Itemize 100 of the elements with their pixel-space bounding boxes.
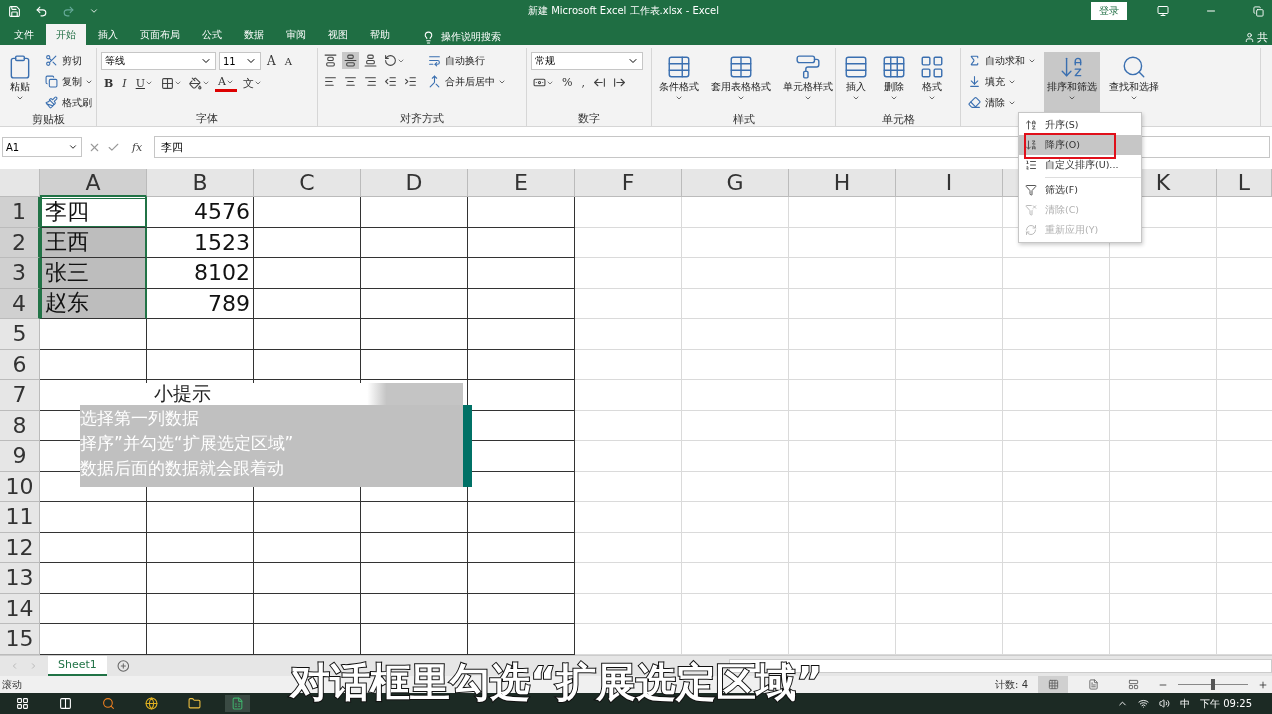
volume-icon[interactable] — [1159, 698, 1170, 710]
row-header[interactable]: 5 — [0, 319, 40, 350]
format-button[interactable]: A — [281, 54, 295, 68]
undo-icon[interactable] — [35, 4, 48, 18]
menu-item[interactable]: 降序(O) — [1019, 135, 1141, 155]
ribbon-button[interactable]: 自动换行 — [425, 52, 508, 70]
ribbon-button[interactable]: 查找和选择 — [1106, 52, 1162, 113]
folder-icon[interactable] — [188, 697, 201, 711]
ribbon-tab[interactable]: 数据 — [234, 24, 274, 46]
align-top-button[interactable] — [322, 52, 339, 70]
group-label: 对齐方式 — [400, 111, 444, 127]
row-header[interactable]: 2 — [0, 227, 40, 259]
ribbon-tab[interactable]: 页面布局 — [130, 24, 190, 46]
column-header[interactable]: B — [147, 169, 254, 198]
task-view-icon[interactable] — [59, 697, 72, 711]
display-icon[interactable] — [1157, 5, 1169, 18]
row-header[interactable]: 10 — [0, 471, 40, 503]
row-header[interactable]: 8 — [0, 410, 40, 442]
column-header[interactable]: C — [254, 169, 361, 198]
row-header[interactable]: 15 — [0, 624, 40, 655]
taskbar-app-button[interactable] — [225, 695, 250, 713]
name-box[interactable]: A1 — [2, 137, 82, 158]
share-button[interactable]: 共 — [1244, 30, 1268, 46]
zoom-in-icon[interactable] — [1258, 679, 1268, 690]
input-method[interactable]: 中 — [1180, 696, 1190, 711]
row-header[interactable]: 9 — [0, 441, 40, 472]
column-header[interactable]: I — [896, 169, 1003, 198]
column-header[interactable]: G — [682, 169, 789, 198]
function-label[interactable]: fx — [126, 140, 149, 154]
ribbon-tab[interactable]: 文件 — [4, 24, 44, 46]
format-button[interactable]: A — [214, 74, 237, 93]
wifi-icon[interactable] — [1138, 698, 1149, 710]
ribbon-button[interactable]: 排序和筛选 — [1044, 52, 1100, 113]
size-dropdown[interactable]: 11 — [219, 52, 261, 71]
ribbon-button[interactable]: 粘贴 — [4, 52, 36, 113]
ribbon-button[interactable]: 单元格样式 — [780, 52, 836, 113]
format-button[interactable]: 文 — [239, 74, 265, 92]
ribbon-button[interactable]: 复制 — [42, 73, 95, 91]
add-sheet-icon[interactable] — [116, 658, 130, 673]
ribbon-button[interactable]: 合并后居中 — [425, 73, 508, 91]
column-header[interactable]: F — [575, 169, 682, 198]
zoom-thumb[interactable] — [1211, 679, 1215, 691]
merge-icon — [427, 74, 442, 90]
format-button[interactable]: I — [119, 75, 130, 91]
column-header[interactable]: H — [789, 169, 896, 198]
row-header[interactable]: 13 — [0, 563, 40, 594]
windows-icon[interactable] — [16, 697, 29, 711]
fill-bucket-icon — [188, 76, 202, 90]
format-button[interactable]: B — [101, 75, 117, 91]
format-button[interactable]: % — [559, 75, 576, 91]
sheet-tab[interactable]: Sheet1 — [48, 655, 107, 676]
restore-icon[interactable] — [1253, 5, 1264, 17]
row-header[interactable]: 11 — [0, 502, 40, 533]
save-icon[interactable] — [8, 4, 21, 18]
ribbon-button[interactable]: 插入 — [840, 52, 872, 113]
ribbon-button[interactable]: 填充 — [965, 73, 1038, 91]
search-hint[interactable]: 操作说明搜索 — [416, 29, 507, 46]
format-dropdown[interactable]: 常规 — [531, 52, 643, 71]
row-header[interactable]: 3 — [0, 258, 40, 289]
align-bottom-button[interactable] — [362, 52, 379, 70]
column-header[interactable]: L — [1217, 169, 1272, 198]
ribbon-tab[interactable]: 插入 — [88, 24, 128, 46]
ribbon-button[interactable]: 清除 — [965, 94, 1038, 112]
row-header[interactable]: 1 — [0, 197, 40, 228]
ribbon-tab[interactable]: 公式 — [192, 24, 232, 46]
column-header[interactable]: D — [361, 169, 468, 198]
sign-in-button[interactable]: 登录 — [1091, 2, 1127, 21]
ribbon-button[interactable]: 删除 — [878, 52, 910, 113]
ribbon-tab[interactable]: 视图 — [318, 24, 358, 46]
align-middle-button[interactable] — [342, 52, 359, 70]
ribbon-button[interactable]: 格式 — [916, 52, 948, 113]
arrow-down-icon — [967, 74, 982, 90]
ribbon-button[interactable]: 套用表格格式 — [708, 52, 774, 113]
ribbon-button[interactable]: 剪切 — [42, 52, 95, 70]
decimal-icon — [592, 76, 606, 90]
globe-icon[interactable] — [145, 697, 158, 711]
ribbon-button[interactable]: 自动求和 — [965, 52, 1038, 70]
row-header[interactable]: 6 — [0, 349, 40, 381]
row-header[interactable]: 4 — [0, 288, 40, 320]
ribbon-tab[interactable]: 审阅 — [276, 24, 316, 46]
format-button[interactable]: A — [264, 53, 279, 70]
font-dropdown[interactable]: 等线 — [101, 52, 216, 71]
format-button[interactable]: U — [132, 75, 156, 91]
table-cell: 王西 — [40, 227, 147, 259]
ribbon-tab[interactable]: 开始 — [46, 24, 86, 46]
row-header[interactable]: 14 — [0, 593, 40, 625]
column-header[interactable]: E — [468, 169, 575, 198]
ribbon-button[interactable]: 格式刷 — [42, 94, 95, 112]
row-header[interactable]: 12 — [0, 532, 40, 564]
view-button[interactable] — [1038, 676, 1068, 694]
column-header[interactable]: A — [40, 169, 147, 198]
search-icon[interactable] — [102, 697, 115, 711]
format-button[interactable]: , — [578, 75, 588, 91]
tip-text: 数据后面的数据就会跟着动 — [80, 457, 285, 481]
align-top-icon — [324, 54, 337, 68]
menu-item[interactable]: 升序(S) — [1019, 115, 1141, 135]
ribbon-tab[interactable]: 帮助 — [360, 24, 400, 46]
clock[interactable]: 下午 09:25 — [1200, 696, 1252, 711]
row-header[interactable]: 7 — [0, 380, 40, 411]
ribbon-button[interactable]: 条件格式 — [656, 52, 702, 113]
